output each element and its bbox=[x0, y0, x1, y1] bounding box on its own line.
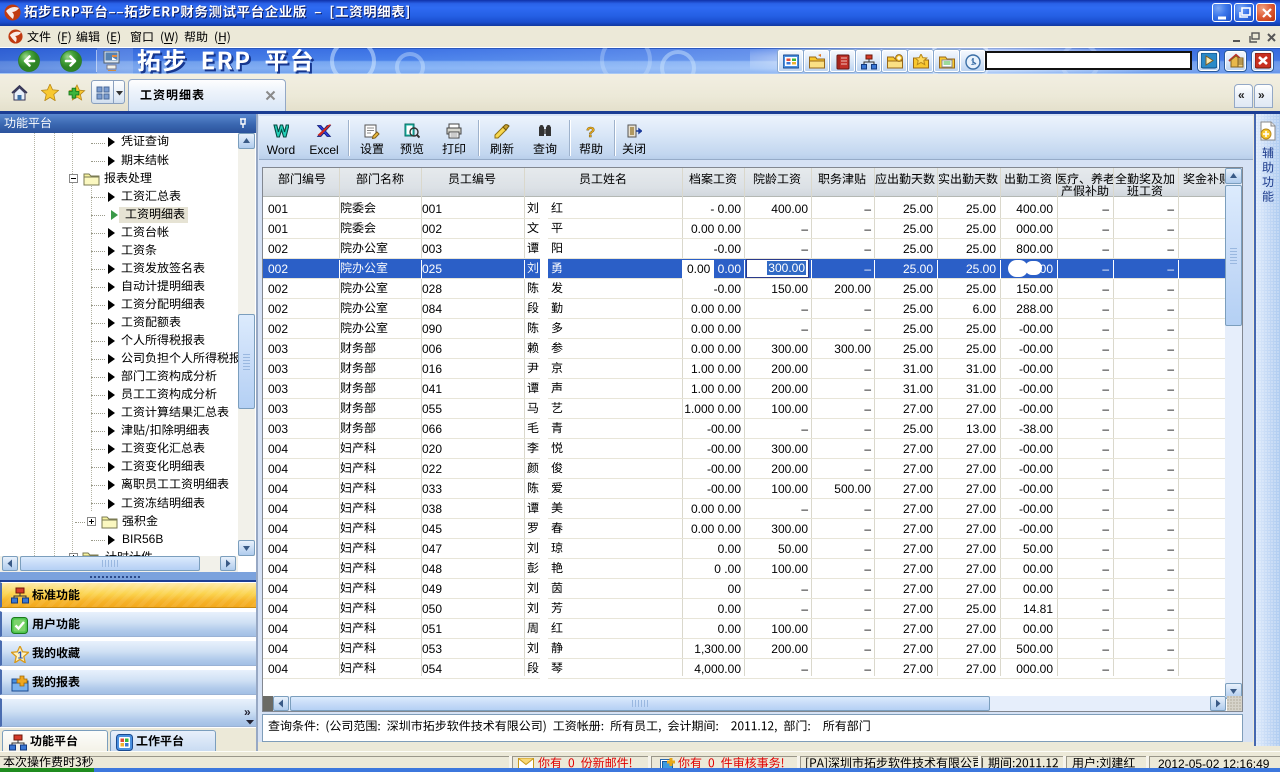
svg-text:1: 1 bbox=[18, 651, 24, 662]
svg-text:1: 1 bbox=[971, 58, 976, 67]
svg-text:?: ? bbox=[586, 124, 595, 139]
